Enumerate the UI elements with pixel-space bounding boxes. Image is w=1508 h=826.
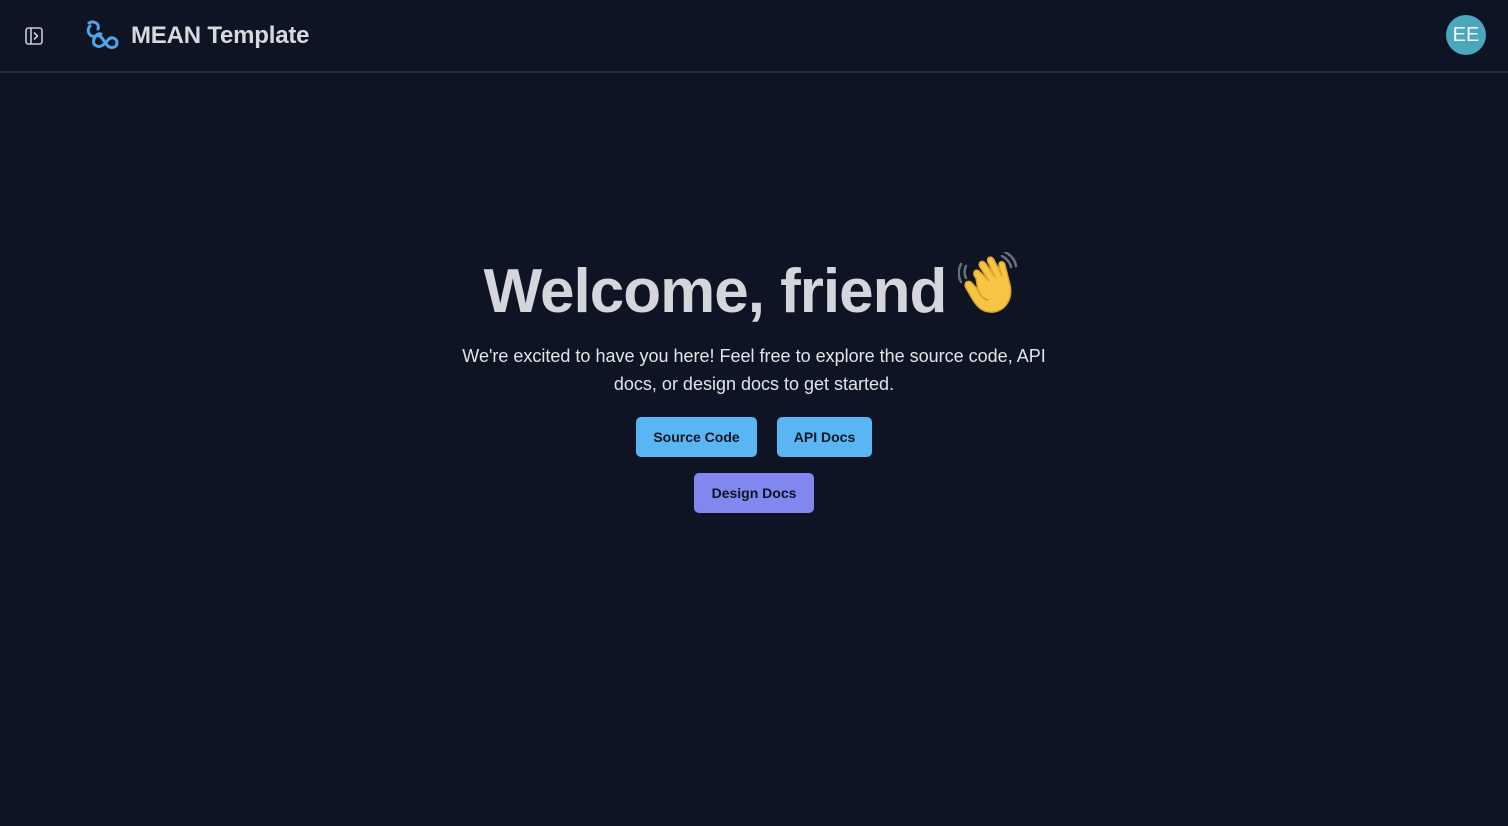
source-code-button[interactable]: Source Code (636, 417, 757, 457)
hero-heading-text: Welcome, friend (483, 257, 948, 326)
infinity-logo-icon[interactable] (84, 18, 122, 54)
avatar-initials: EE (1452, 23, 1480, 46)
design-docs-button[interactable]: Design Docs (694, 473, 814, 513)
sidebar-toggle-icon[interactable] (20, 22, 48, 50)
user-avatar[interactable]: EE (1446, 15, 1486, 55)
waving-hand-icon (957, 250, 1024, 316)
app-title[interactable]: MEAN Template (131, 20, 310, 52)
hero-subtitle: We're excited to have you here! Feel fre… (462, 346, 1046, 394)
top-navbar: MEAN Template EE (0, 0, 1508, 73)
hero-heading: Welcome, friend (0, 250, 1508, 328)
api-docs-button[interactable]: API Docs (777, 417, 872, 457)
